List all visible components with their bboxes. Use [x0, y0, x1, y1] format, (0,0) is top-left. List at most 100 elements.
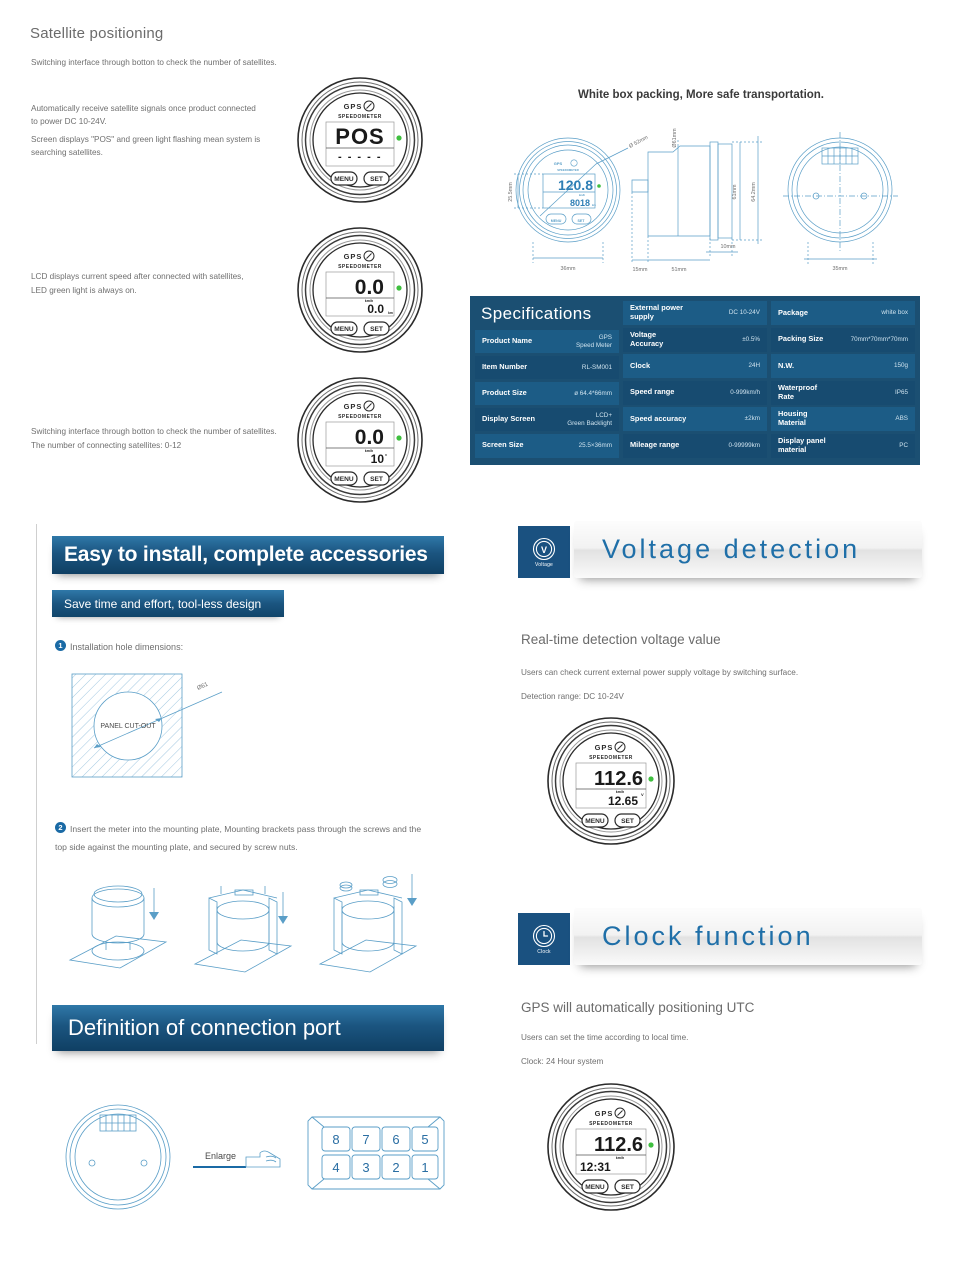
svg-text:km: km — [388, 311, 393, 315]
spec-value: ±0.5% — [742, 335, 760, 343]
spec-column-2: External power supply DC 10-24V Voltage Ac… — [623, 301, 767, 460]
spec-key: Speed accuracy — [630, 413, 687, 423]
table-row: Packing Size 70mm*70mm*70mm — [771, 327, 915, 352]
spec-key: Package — [778, 307, 808, 317]
spec-key: Voltage Accuracy — [630, 329, 664, 348]
gauge-clock: GPS SPEEDOMETER 112.6 km/h 12:31 MENU SE… — [546, 1082, 676, 1212]
install-step-1-label: Installation hole dimensions: — [70, 642, 184, 652]
svg-text:SET: SET — [370, 176, 383, 183]
svg-text:120.8: 120.8 — [558, 177, 593, 193]
install-subbanner: Save time and effort, tool-less design — [52, 590, 284, 617]
svg-text:MENU: MENU — [551, 219, 562, 223]
install-banner: Easy to install, complete accessories — [52, 536, 444, 574]
dim-side-w3: 10mm — [721, 244, 736, 250]
svg-text:SPEEDOMETER: SPEEDOMETER — [589, 1121, 633, 1127]
satellite-para-1: Automatically receive satellite signals … — [31, 104, 256, 126]
spec-column-3: Package white box Packing Size 70mm*70mm… — [771, 301, 915, 460]
pin-6: 6 — [392, 1132, 399, 1147]
svg-text:GPS: GPS — [344, 102, 363, 111]
enlarge-label: Enlarge — [205, 1151, 236, 1161]
page-title: Satellite positioning — [30, 25, 164, 42]
spec-value: LCD+ Green Backlight — [567, 412, 612, 427]
install-banner-label: Easy to install, complete accessories — [64, 543, 428, 566]
svg-text:12:31: 12:31 — [580, 1160, 611, 1174]
svg-text:°: ° — [385, 454, 387, 460]
spec-value: 0-999km/h — [730, 388, 760, 396]
specifications-table: Specifications Product Name GPS Speed Met… — [470, 296, 920, 465]
table-row: Speed accuracy ±2km — [623, 407, 767, 431]
spec-key: Housing Material — [778, 409, 808, 427]
voltage-icon-box: V Voltage — [518, 526, 570, 578]
dim-side-inner-dia: Ø61mm — [672, 128, 678, 148]
panel-cutout-diagram: PANEL CUT-OUT Ø61 — [62, 668, 262, 788]
spec-value: 24H — [748, 362, 760, 370]
spec-value: PC — [899, 441, 908, 449]
pin-5: 5 — [421, 1132, 428, 1147]
voltage-feature-banner: V Voltage Voltage detection — [518, 520, 922, 578]
dim-side-w2: 51mm — [672, 267, 687, 273]
clock-banner-label: Clock function — [602, 920, 814, 951]
satellite-para-3: LCD displays current speed after connect… — [31, 272, 244, 281]
spec-value: DC 10-24V — [728, 309, 760, 317]
table-row: External power supply DC 10-24V — [623, 301, 767, 325]
spec-value: GPS Speed Meter — [575, 334, 612, 349]
step-1-badge: 1 — [55, 640, 66, 652]
svg-text:SPEEDOMETER: SPEEDOMETER — [557, 168, 578, 172]
dim-front-diameter: Ø 52mm — [628, 135, 650, 150]
pin-7: 7 — [362, 1132, 369, 1147]
spec-value: white box — [881, 309, 908, 317]
voltage-icon: V — [532, 537, 556, 560]
svg-text:- - - - -: - - - - - — [338, 151, 382, 163]
satellite-para-2: Screen displays "POS" and green light fl… — [31, 135, 261, 157]
svg-text:km: km — [592, 203, 596, 207]
voltage-line-2: Detection range: DC 10-24V — [521, 692, 624, 701]
svg-text:km/h: km/h — [616, 1156, 624, 1160]
svg-text:112.6: 112.6 — [594, 768, 643, 790]
spec-key: Display panel material — [778, 435, 826, 454]
svg-text:0.0: 0.0 — [355, 276, 384, 299]
svg-text:GPS: GPS — [344, 252, 363, 261]
svg-text:GPS: GPS — [595, 743, 614, 752]
svg-text:V: V — [641, 792, 644, 797]
svg-text:0.0: 0.0 — [355, 426, 384, 449]
clock-line-2: Clock: 24 Hour system — [521, 1057, 604, 1066]
spec-key: Speed range — [630, 387, 675, 397]
table-row: Speed range 0-999km/h — [623, 380, 767, 405]
table-row: Item Number RL-SM001 — [475, 355, 619, 380]
voltage-icon-caption: Voltage — [534, 561, 554, 568]
svg-text:112.6: 112.6 — [594, 1134, 643, 1156]
voltage-banner-plate: Voltage detection — [574, 520, 922, 578]
spec-key: Product Size — [482, 388, 527, 398]
spec-key: Product Name — [482, 336, 533, 346]
panel-cutout-label: PANEL CUT-OUT — [100, 723, 156, 730]
spec-column-1: Specifications Product Name GPS Speed Met… — [475, 301, 619, 460]
spec-key: N.W. — [778, 360, 795, 370]
table-row: Screen Size 25.5×36mm — [475, 433, 619, 458]
dim-side-w1: 15mm — [633, 267, 648, 273]
svg-text:SET: SET — [621, 818, 634, 825]
satellite-para-6: The number of connecting satellites: 0-1… — [31, 441, 182, 450]
table-row: Product Size ø 64.4*66mm — [475, 381, 619, 406]
svg-text:SPEEDOMETER: SPEEDOMETER — [338, 264, 382, 270]
svg-text:MENU: MENU — [334, 326, 354, 333]
spec-title-row: Specifications — [475, 301, 619, 327]
svg-text:GPS: GPS — [595, 1109, 614, 1118]
svg-text:MENU: MENU — [334, 476, 354, 483]
table-row: Display Screen LCD+ Green Backlight — [475, 407, 619, 432]
svg-text:MENU: MENU — [334, 176, 354, 183]
spec-key: External power supply — [630, 303, 683, 321]
gauge-speed-zero: GPS SPEEDOMETER 0.0 km/h 0.0 km MENU SET — [296, 226, 424, 354]
pin-1: 1 — [421, 1160, 428, 1175]
spec-value: ABS — [895, 415, 908, 423]
clock-banner-plate: Clock function — [574, 907, 922, 965]
dim-front-height: 25.5mm — [508, 182, 514, 202]
connection-port-diagram: Enlarge 8 7 6 5 4 3 2 1 — [50, 1095, 450, 1215]
connection-banner-label: Definition of connection port — [68, 1015, 341, 1040]
spec-key: Packing Size — [778, 334, 824, 344]
spec-value: 70mm*70mm*70mm — [850, 335, 908, 343]
satellite-note-top: Switching interface through botton to ch… — [31, 58, 277, 67]
spec-value: RL-SM001 — [581, 363, 612, 371]
svg-text:SPEEDOMETER: SPEEDOMETER — [338, 114, 382, 120]
table-row: Display panel material PC — [771, 433, 915, 458]
svg-text:GPS: GPS — [554, 161, 563, 166]
